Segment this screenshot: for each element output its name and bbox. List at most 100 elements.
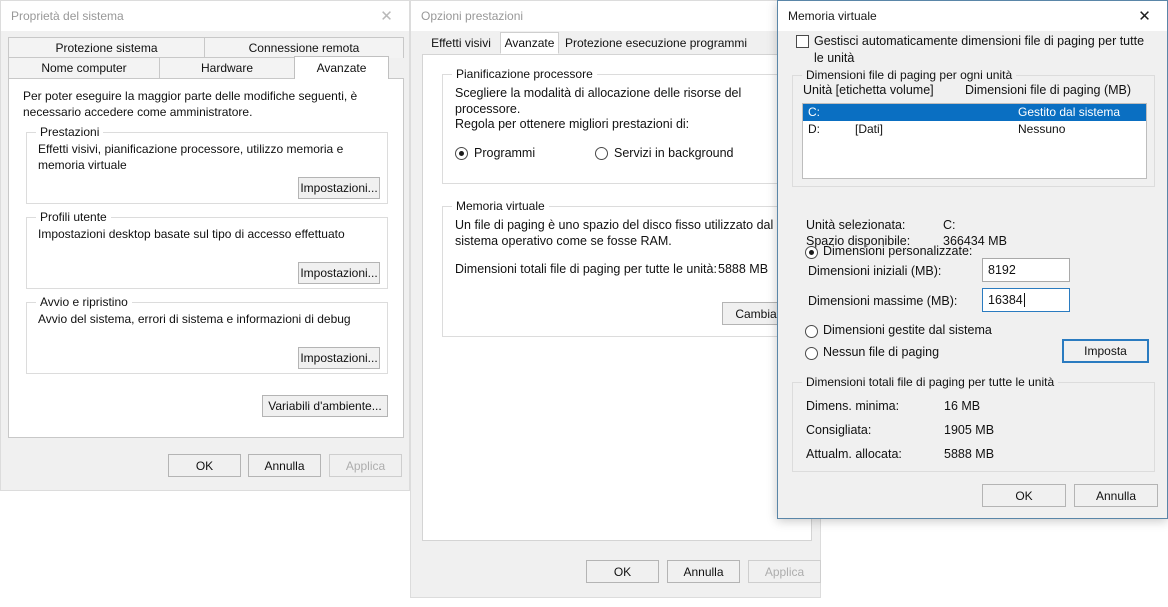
button-label: OK: [195, 458, 214, 473]
system-properties-apply-button: Applica: [329, 454, 402, 477]
button-label: OK: [613, 564, 632, 579]
performance-options-dialog: Opzioni prestazioni Effetti visivi Avanz…: [410, 0, 821, 598]
table-row[interactable]: C: Gestito dal sistema: [803, 104, 1146, 121]
profili-utente-group: Profili utente Impostazioni desktop basa…: [26, 210, 388, 289]
input-value: 8192: [988, 263, 1016, 277]
performance-options-cancel-button[interactable]: Annulla: [667, 560, 740, 583]
tab-label: Protezione sistema: [55, 41, 158, 55]
pianificazione-processore-prompt: Regola per ottenere migliori prestazioni…: [455, 117, 690, 131]
system-properties-tab-row-1: Protezione sistema Connessione remota: [8, 37, 404, 58]
variabili-ambiente-button[interactable]: Variabili d'ambiente...: [262, 395, 388, 417]
totals-group-label: Dimensioni totali file di paging per tut…: [802, 375, 1059, 389]
desktop-background: Proprietà del sistema ✕ Protezione siste…: [0, 0, 1168, 607]
prestazioni-impostazioni-button[interactable]: Impostazioni...: [298, 177, 380, 199]
radio-servizi-in-background[interactable]: Servizi in background: [595, 145, 775, 163]
checkbox-indicator: [796, 35, 809, 48]
system-properties-ok-button[interactable]: OK: [168, 454, 241, 477]
button-label: OK: [1015, 488, 1033, 503]
radio-label: Dimensioni gestite dal sistema: [823, 323, 992, 337]
button-label: Imposta: [1084, 344, 1127, 358]
max-size-input[interactable]: 16384: [982, 288, 1070, 312]
close-icon[interactable]: ✕: [364, 1, 409, 31]
radio-indicator: [595, 147, 608, 160]
virtual-memory-dialog: Memoria virtuale ✕ Gestisci automaticame…: [777, 0, 1168, 519]
tab-label: Effetti visivi: [431, 36, 491, 50]
button-label: Impostazioni...: [300, 266, 378, 280]
drive-listbox[interactable]: C: Gestito dal sistema D: [Dati] Nessuno: [802, 103, 1147, 179]
avvio-ripristino-group: Avvio e ripristino Avvio del sistema, er…: [26, 295, 388, 374]
tab-effetti-visivi[interactable]: Effetti visivi: [422, 32, 500, 54]
performance-options-tab-page: Pianificazione processore Scegliere la m…: [422, 54, 812, 541]
avvio-ripristino-impostazioni-button[interactable]: Impostazioni...: [298, 347, 380, 369]
radio-indicator: [805, 246, 818, 259]
performance-options-titlebar: Opzioni prestazioni: [411, 1, 820, 31]
button-label: Annulla: [683, 564, 724, 579]
tab-hardware[interactable]: Hardware: [159, 57, 295, 78]
tab-avanzate[interactable]: Avanzate: [500, 32, 559, 54]
button-label: Impostazioni...: [300, 351, 378, 365]
memoria-virtuale-description: Un file di paging è uno spazio del disco…: [455, 218, 774, 248]
radio-programmi[interactable]: Programmi: [455, 145, 575, 163]
column-header-dimensioni: Dimensioni file di paging (MB): [965, 83, 1132, 97]
prestazioni-group: Prestazioni Effetti visivi, pianificazio…: [26, 125, 388, 204]
button-label: Variabili d'ambiente...: [268, 399, 382, 413]
admin-notice: Per poter eseguire la maggior parte dell…: [23, 89, 358, 119]
tab-label: Avanzate: [504, 36, 555, 50]
tab-connessione-remota[interactable]: Connessione remota: [204, 37, 404, 58]
performance-options-apply-button: Applica: [748, 560, 821, 583]
recommended-size-label: Consigliata:: [806, 423, 872, 437]
selected-drive-value: C:: [943, 218, 956, 232]
virtual-memory-ok-button[interactable]: OK: [982, 484, 1066, 507]
button-label: Applica: [345, 458, 386, 473]
performance-options-tab-strip: Effetti visivi Avanzate Protezione esecu…: [422, 32, 812, 55]
button-label: Impostazioni...: [300, 181, 378, 195]
auto-manage-paging-checkbox[interactable]: Gestisci automaticamente dimensioni file…: [796, 33, 1146, 65]
prestazioni-group-label: Prestazioni: [36, 125, 104, 139]
tab-protezione-sistema[interactable]: Protezione sistema: [8, 37, 205, 58]
selected-drive-label: Unità selezionata:: [806, 218, 906, 232]
allocated-size-label: Attualm. allocata:: [806, 447, 902, 461]
avvio-ripristino-group-label: Avvio e ripristino: [36, 295, 132, 309]
radio-label: Programmi: [474, 146, 536, 160]
performance-options-ok-button[interactable]: OK: [586, 560, 659, 583]
system-properties-tab-row-2: Nome computer Hardware Avanzate: [8, 56, 404, 79]
radio-label: Dimensioni personalizzate:: [823, 244, 973, 258]
drive-paging-size: Gestito dal sistema: [1018, 105, 1121, 119]
radio-dimensioni-gestite-dal-sistema[interactable]: Dimensioni gestite dal sistema: [805, 322, 1055, 340]
table-row[interactable]: D: [Dati] Nessuno: [803, 121, 1146, 138]
drive-letter: C:: [808, 105, 820, 119]
profili-utente-impostazioni-button[interactable]: Impostazioni...: [298, 262, 380, 284]
tab-label: Nome computer: [41, 61, 127, 75]
tab-avanzate[interactable]: Avanzate: [294, 56, 389, 79]
performance-options-title: Opzioni prestazioni: [421, 9, 524, 23]
profili-utente-description: Impostazioni desktop basate sul tipo di …: [38, 227, 345, 241]
pianificazione-processore-group-label: Pianificazione processore: [452, 67, 597, 81]
pianificazione-processore-description: Scegliere la modalità di allocazione del…: [455, 86, 742, 116]
system-properties-cancel-button[interactable]: Annulla: [248, 454, 321, 477]
initial-size-input[interactable]: 8192: [982, 258, 1070, 282]
prestazioni-description: Effetti visivi, pianificazione processor…: [38, 142, 344, 172]
button-label: Annulla: [264, 458, 305, 473]
close-icon[interactable]: ✕: [1122, 1, 1167, 31]
virtual-memory-titlebar: Memoria virtuale ✕: [778, 1, 1167, 31]
drive-paging-size: Nessuno: [1018, 122, 1066, 136]
tab-nome-computer[interactable]: Nome computer: [8, 57, 160, 78]
memoria-virtuale-total-label: Dimensioni totali file di paging per tut…: [455, 262, 717, 276]
radio-indicator: [805, 347, 818, 360]
tab-label: Connessione remota: [248, 41, 360, 55]
system-properties-tab-page: Per poter eseguire la maggior parte dell…: [8, 78, 404, 438]
tab-label: Protezione esecuzione programmi: [564, 36, 748, 50]
auto-manage-paging-label: Gestisci automaticamente dimensioni file…: [814, 34, 1145, 65]
radio-nessun-file-di-paging[interactable]: Nessun file di paging: [805, 344, 1055, 362]
virtual-memory-cancel-button[interactable]: Annulla: [1074, 484, 1158, 507]
button-label: Applica: [764, 564, 805, 579]
system-properties-title: Proprietà del sistema: [11, 9, 124, 23]
min-size-label: Dimens. minima:: [806, 399, 900, 413]
virtual-memory-title: Memoria virtuale: [788, 9, 877, 23]
drive-letter: D:: [808, 122, 820, 136]
tab-label: Avanzate: [316, 61, 367, 75]
imposta-button[interactable]: Imposta: [1062, 339, 1149, 363]
tab-protezione-esecuzione-programmi[interactable]: Protezione esecuzione programmi: [559, 32, 753, 54]
min-size-value: 16 MB: [944, 399, 981, 413]
initial-size-label: Dimensioni iniziali (MB):: [808, 264, 942, 278]
